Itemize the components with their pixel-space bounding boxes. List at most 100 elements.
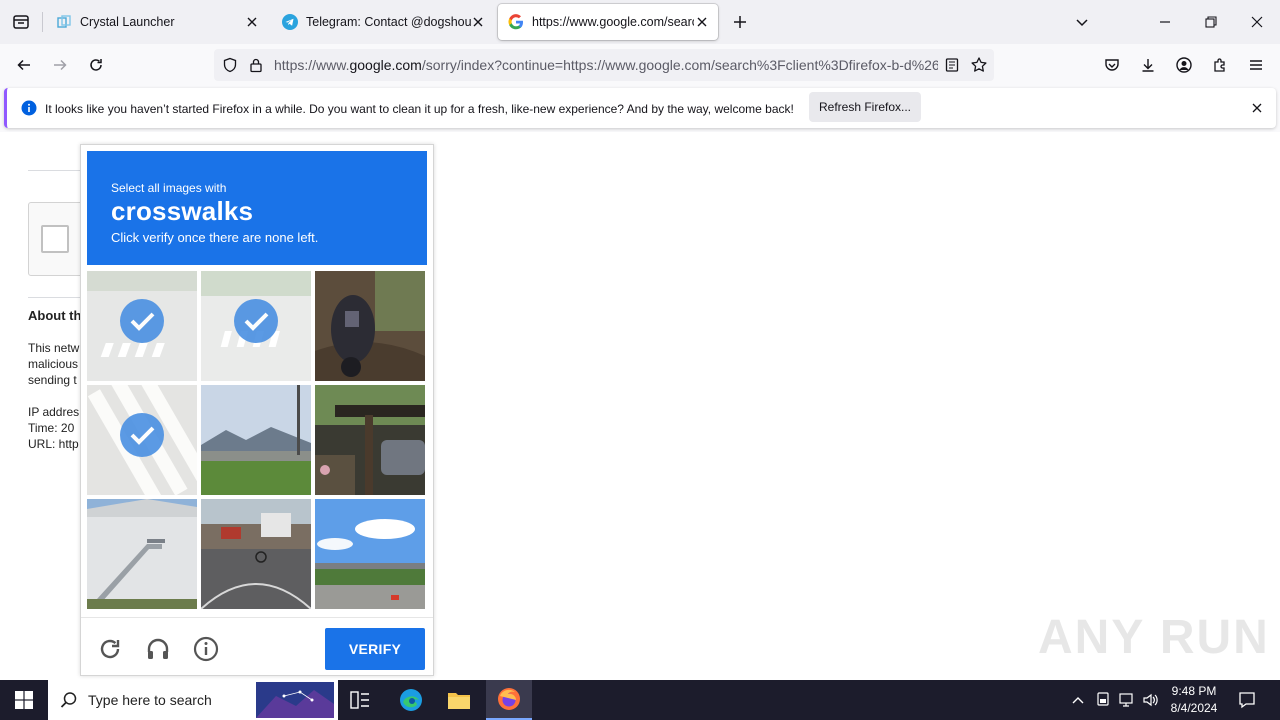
- selected-checkmark-icon: [120, 413, 164, 457]
- google-favicon-icon: [508, 14, 523, 30]
- audio-challenge-icon[interactable]: [145, 636, 171, 662]
- folder-icon: [448, 693, 470, 709]
- search-placeholder: Type here to search: [88, 692, 212, 708]
- selected-checkmark-icon: [234, 299, 278, 343]
- building-staircase-image: [87, 499, 197, 609]
- clock-time: 9:48 PM: [1171, 684, 1217, 698]
- image-tile[interactable]: [315, 271, 425, 381]
- chevron-down-icon: [1076, 19, 1088, 27]
- close-icon: [1251, 16, 1263, 28]
- motorcycle-image: [315, 271, 425, 381]
- close-window-button[interactable]: [1234, 0, 1280, 44]
- challenge-subtext: Click verify once there are none left.: [111, 230, 319, 245]
- taskbar-edge-button[interactable]: [392, 680, 430, 720]
- arrow-right-icon: [54, 59, 67, 71]
- recaptcha-challenge: Select all images with crosswalks Click …: [80, 144, 434, 676]
- image-tile[interactable]: [87, 499, 197, 609]
- chevron-up-icon[interactable]: [1070, 693, 1086, 707]
- task-view-button[interactable]: [346, 680, 374, 720]
- restore-button[interactable]: [1188, 0, 1234, 44]
- tab-separator: [42, 12, 43, 32]
- crystal-launcher-favicon-icon: [57, 15, 71, 28]
- forward-button[interactable]: [46, 51, 74, 79]
- search-icon: [60, 692, 77, 708]
- tab-google-search[interactable]: https://www.google.com/search: [498, 4, 718, 40]
- close-icon[interactable]: [244, 14, 260, 30]
- notifications-icon[interactable]: [1238, 691, 1256, 709]
- close-icon[interactable]: [694, 14, 710, 30]
- challenge-header: Select all images with crosswalks Click …: [87, 151, 427, 265]
- verify-button[interactable]: VERIFY: [325, 628, 425, 670]
- firefox-icon: [498, 688, 520, 710]
- app-menu-button[interactable]: [1242, 51, 1270, 79]
- image-tile[interactable]: [201, 271, 311, 381]
- tab-title: https://www.google.com/search: [532, 15, 694, 29]
- refresh-firefox-button[interactable]: Refresh Firefox...: [809, 92, 921, 122]
- ip-address-text: IP addres: [28, 405, 80, 419]
- info-icon[interactable]: [193, 636, 219, 662]
- taskbar-file-explorer-button[interactable]: [440, 680, 478, 720]
- image-tile[interactable]: [87, 385, 197, 495]
- notification-message: It looks like you haven’t started Firefo…: [45, 102, 794, 116]
- clock-date: 8/4/2024: [1170, 701, 1218, 715]
- reload-challenge-icon[interactable]: [97, 636, 123, 662]
- minimize-icon: [1160, 21, 1170, 23]
- info-icon: [21, 100, 37, 116]
- close-icon[interactable]: [1251, 102, 1263, 114]
- firefox-view-icon: [13, 15, 29, 29]
- pocket-button[interactable]: [1098, 51, 1126, 79]
- new-tab-button[interactable]: [722, 0, 758, 44]
- network-icon[interactable]: [1118, 691, 1136, 709]
- about-text: This netw: [28, 341, 80, 355]
- refresh-firefox-notification: It looks like you haven’t started Firefo…: [4, 88, 1276, 128]
- hamburger-menu-icon: [1250, 60, 1262, 70]
- divider: [28, 297, 84, 298]
- taskbar-search-box[interactable]: Type here to search: [48, 680, 338, 720]
- tab-title: Telegram: Contact @dogshouse: [306, 15, 472, 29]
- url-text[interactable]: https://www.google.com/sorry/index?conti…: [274, 57, 938, 73]
- image-tile[interactable]: [87, 271, 197, 381]
- device-icon[interactable]: [1094, 691, 1112, 709]
- windows-taskbar: Type here to search 9:48 PM 8/4/2024: [0, 680, 1280, 720]
- tab-crystal-launcher[interactable]: Crystal Launcher: [46, 4, 268, 40]
- challenge-instruction: Select all images with: [111, 181, 227, 195]
- taskbar-firefox-button[interactable]: [486, 680, 532, 720]
- about-text: sending t: [28, 373, 77, 387]
- image-tile[interactable]: [201, 385, 311, 495]
- shield-icon[interactable]: [222, 57, 238, 73]
- bookmark-star-icon[interactable]: [970, 56, 988, 74]
- start-button[interactable]: [0, 680, 48, 720]
- recaptcha-checkbox[interactable]: [41, 225, 69, 253]
- challenge-footer: VERIFY: [81, 617, 433, 675]
- image-tile[interactable]: [315, 499, 425, 609]
- pocket-icon: [1105, 59, 1119, 71]
- search-highlight-image-icon: [256, 682, 334, 718]
- download-icon: [1142, 59, 1154, 72]
- downloads-button[interactable]: [1134, 51, 1162, 79]
- image-tile[interactable]: [315, 385, 425, 495]
- recaptcha-box: [28, 202, 84, 276]
- minimize-button[interactable]: [1142, 0, 1188, 44]
- account-button[interactable]: [1170, 51, 1198, 79]
- image-tile[interactable]: [201, 499, 311, 609]
- url-domain: google.com: [349, 57, 422, 73]
- back-button[interactable]: [10, 51, 38, 79]
- system-clock[interactable]: 9:48 PM 8/4/2024: [1160, 683, 1228, 717]
- challenge-keyword: crosswalks: [111, 196, 254, 226]
- puzzle-icon: [1214, 58, 1225, 72]
- close-icon[interactable]: [470, 14, 486, 30]
- list-all-tabs-button[interactable]: [1064, 0, 1100, 44]
- url-bar[interactable]: https://www.google.com/sorry/index?conti…: [214, 49, 994, 81]
- volume-icon[interactable]: [1142, 691, 1160, 709]
- reload-icon: [90, 59, 102, 71]
- tab-telegram[interactable]: Telegram: Contact @dogshouse: [272, 4, 494, 40]
- windows-logo-icon: [15, 691, 33, 709]
- lock-icon[interactable]: [248, 57, 264, 73]
- reader-view-icon[interactable]: [944, 57, 960, 73]
- firefox-view-button[interactable]: [0, 0, 42, 44]
- extensions-button[interactable]: [1206, 51, 1234, 79]
- url-prefix: https://www.: [274, 57, 350, 73]
- url-text: URL: http: [28, 437, 79, 451]
- reload-button[interactable]: [82, 51, 110, 79]
- account-icon: [1176, 57, 1192, 73]
